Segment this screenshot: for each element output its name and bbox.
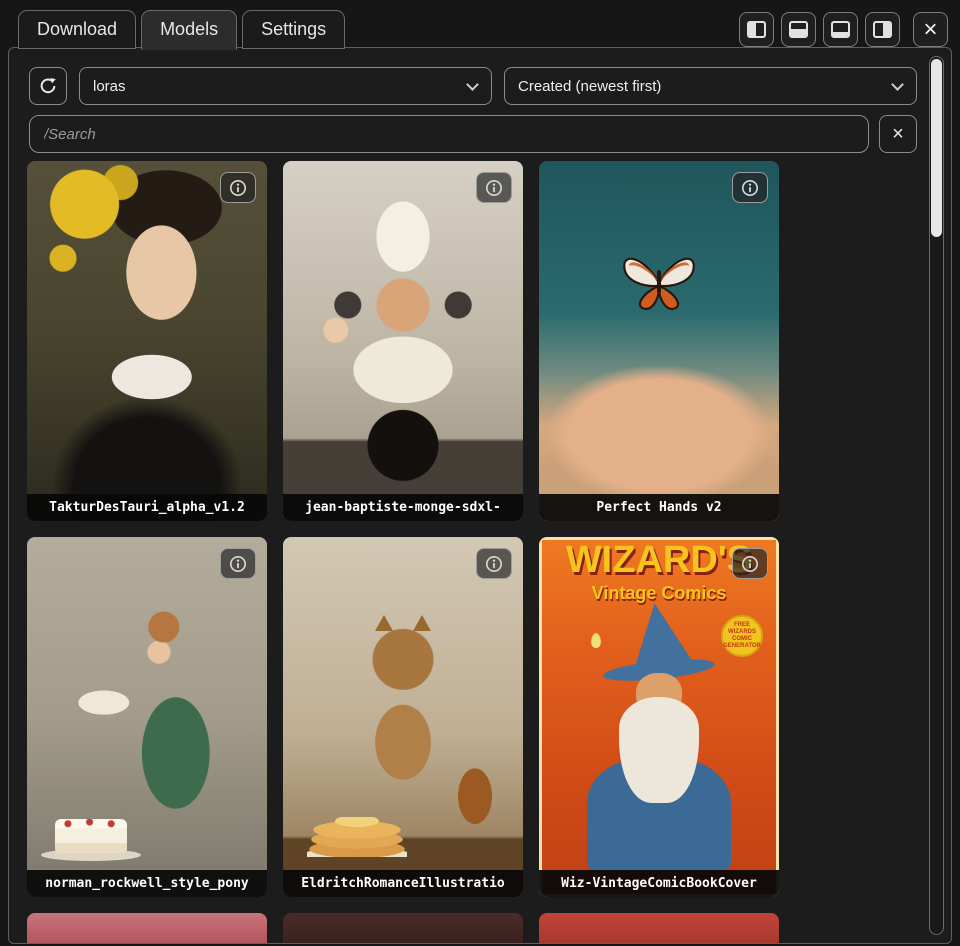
tab-settings[interactable]: Settings [242,10,345,49]
butterfly-art [613,249,705,318]
model-title: Perfect Hands v2 [539,494,779,521]
layout-bottom-bar-button[interactable] [823,12,858,47]
info-button[interactable] [220,548,256,579]
search-input[interactable] [29,115,869,153]
refresh-button[interactable] [29,67,67,105]
model-card[interactable]: norman_rockwell_style_pony [27,537,267,897]
model-card[interactable]: EldritchRomanceIllustratio [283,537,523,897]
tab-download[interactable]: Download [18,10,136,49]
window-controls: × [739,12,948,47]
info-icon [741,555,759,573]
cat-ear-art [375,615,393,631]
sort-select[interactable]: Created (newest first) [504,67,917,105]
pancakes-art [307,817,407,857]
model-type-select[interactable]: loras [79,67,492,105]
model-card-partial[interactable] [539,913,779,943]
info-icon [485,555,503,573]
clear-search-button[interactable]: × [879,115,917,153]
model-title: jean-baptiste-monge-sdxl- [283,494,523,521]
refresh-icon [38,76,58,96]
tab-bar: Download Models Settings [18,9,345,49]
model-thumbnail [27,537,267,897]
model-grid: TakturDesTauri_alpha_v1.2 jean-baptiste-… [27,161,779,943]
sort-select-wrap: Created (newest first) [504,67,917,105]
comic-cover-subtitle: Vintage Comics [539,583,779,604]
info-icon [229,179,247,197]
info-icon [485,179,503,197]
model-card-partial[interactable] [27,913,267,943]
model-thumbnail [283,537,523,897]
split-bottom-icon [789,21,808,38]
bottom-bar-icon [831,21,850,38]
search-row: × [29,115,917,153]
layout-split-left-button[interactable] [739,12,774,47]
scrollbar-thumb[interactable] [931,59,942,237]
model-card[interactable]: TakturDesTauri_alpha_v1.2 [27,161,267,521]
model-title: norman_rockwell_style_pony [27,870,267,897]
layout-split-bottom-button[interactable] [781,12,816,47]
info-button[interactable] [732,172,768,203]
model-title: EldritchRomanceIllustratio [283,870,523,897]
cake-art [55,819,127,853]
model-thumbnail [539,161,779,521]
model-type-select-wrap: loras [79,67,492,105]
model-thumbnail: WIZARD'S Vintage Comics FREE WIZARDS COM… [539,537,779,897]
cat-ear-art [413,615,431,631]
model-card[interactable]: WIZARD'S Vintage Comics FREE WIZARDS COM… [539,537,779,897]
model-thumbnail [27,913,267,943]
toolbar: loras Created (newest first) [29,67,917,105]
scrollbar-track[interactable] [929,56,944,935]
model-card[interactable]: jean-baptiste-monge-sdxl- [283,161,523,521]
model-title: TakturDesTauri_alpha_v1.2 [27,494,267,521]
close-icon: × [923,18,937,42]
info-button[interactable] [476,172,512,203]
model-thumbnail [27,161,267,521]
comic-cover-badge: FREE WIZARDS COMIC GENERATOR [721,615,763,657]
split-right-icon [873,21,892,38]
close-button[interactable]: × [913,12,948,47]
info-button[interactable] [220,172,256,203]
model-card[interactable]: Perfect Hands v2 [539,161,779,521]
match-flame-art [591,633,601,648]
info-icon [229,555,247,573]
split-left-icon [747,21,766,38]
model-browser-window: Download Models Settings × [0,0,960,946]
model-thumbnail [283,161,523,521]
clear-icon: × [892,124,904,144]
layout-split-right-button[interactable] [865,12,900,47]
info-button[interactable] [476,548,512,579]
model-thumbnail [539,913,779,943]
model-title: Wiz-VintageComicBookCover [539,870,779,897]
tab-models[interactable]: Models [141,10,237,50]
info-icon [741,179,759,197]
model-thumbnail [283,913,523,943]
models-panel: loras Created (newest first) × [8,47,952,944]
model-card-partial[interactable] [283,913,523,943]
wizard-beard-art [619,697,699,803]
info-button[interactable] [732,548,768,579]
